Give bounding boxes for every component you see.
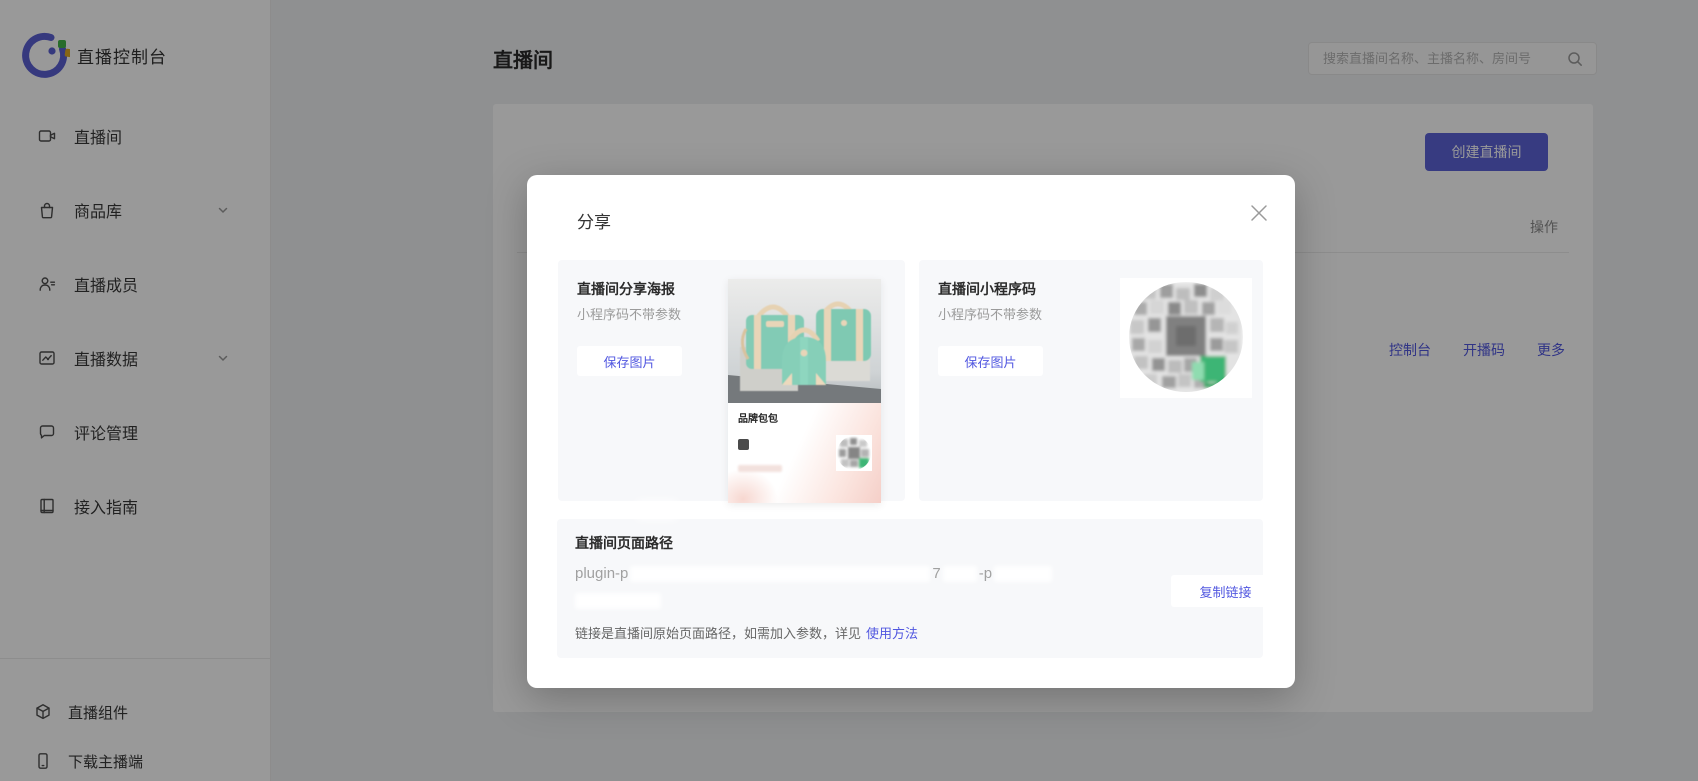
path-blurred-segment	[994, 565, 1053, 582]
note-text: 链接是直播间原始页面路径，如需加入参数，详见	[575, 626, 862, 641]
path-blurred-segment	[630, 565, 931, 582]
path-fragment: -p	[978, 565, 993, 582]
path-prefix: plugin-p	[575, 565, 629, 582]
poster-account-icon	[738, 439, 749, 450]
page-path-note: 链接是直播间原始页面路径，如需加入参数，详见 使用方法	[575, 623, 918, 642]
miniprogram-code-preview	[1120, 278, 1252, 398]
poster-mini-qrcode-blurred	[836, 435, 872, 471]
qrcode-panel-title: 直播间小程序码	[938, 281, 1036, 297]
poster-panel-subtitle: 小程序码不带参数	[577, 307, 682, 322]
poster-info-area: 品牌包包	[728, 403, 881, 503]
page-path-value: plugin-p 7 -p	[575, 565, 1054, 582]
page-path-section: 直播间页面路径 plugin-p 7 -p 链接是直播间原始页面路径，如需加入参…	[557, 519, 1280, 658]
save-qrcode-button[interactable]: 保存图片	[938, 346, 1043, 376]
qrcode-panel-subtitle: 小程序码不带参数	[938, 307, 1043, 322]
poster-footer-text-blurred	[738, 465, 782, 472]
handbags-photo	[728, 279, 881, 403]
poster-account-name-blurred	[754, 440, 796, 449]
usage-guide-link[interactable]: 使用方法	[866, 626, 918, 641]
path-blurred-segment	[942, 565, 977, 582]
miniprogram-qrcode-blurred	[1120, 278, 1252, 398]
page-path-title: 直播间页面路径	[575, 535, 673, 551]
poster-bottom-fade	[637, 501, 677, 519]
share-poster-preview: 品牌包包	[728, 279, 881, 503]
poster-brand-title: 品牌包包	[738, 414, 778, 425]
save-poster-button[interactable]: 保存图片	[577, 346, 682, 376]
copy-link-button[interactable]: 复制链接	[1171, 575, 1280, 607]
path-blurred-segment-line2	[575, 593, 661, 609]
close-icon[interactable]	[1247, 201, 1271, 225]
poster-account-row	[738, 439, 796, 450]
poster-panel-title: 直播间分享海报	[577, 281, 675, 297]
poster-product-photo	[728, 279, 881, 403]
path-fragment: 7	[932, 565, 941, 582]
share-modal: 分享 直播间分享海报 小程序码不带参数 保存图片 品牌包包 直播间小程序码 小程…	[527, 175, 1295, 688]
live-console-app: 直播控制台 直播间 商品库 直播成员 直播数据 评论管理 接入指南 直播组件 下…	[0, 0, 1698, 781]
modal-title: 分享	[577, 213, 611, 232]
